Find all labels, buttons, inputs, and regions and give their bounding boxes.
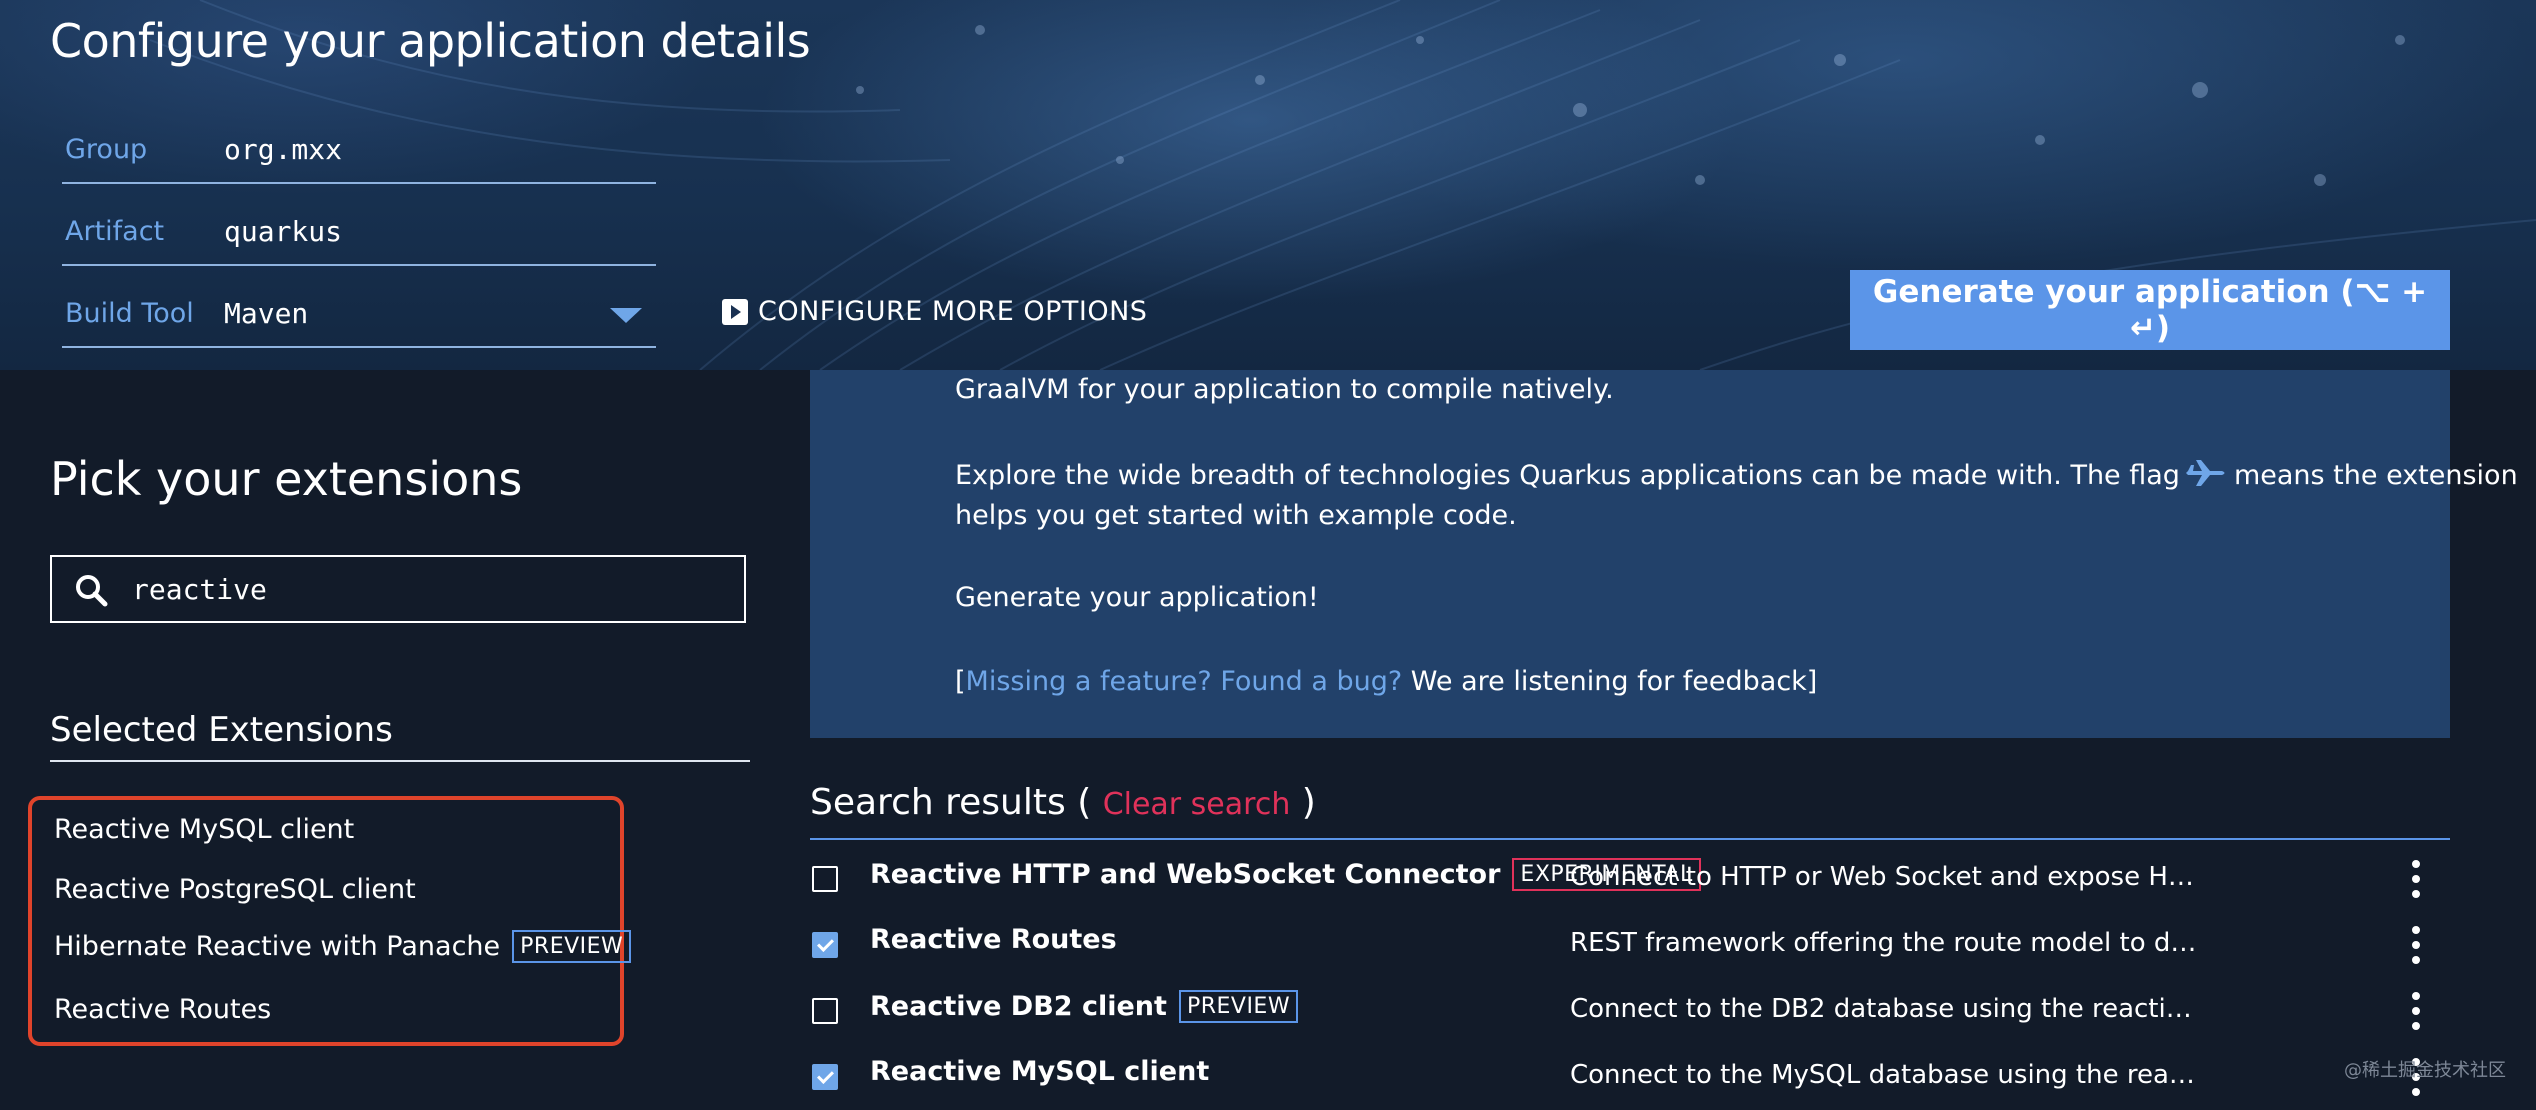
result-row-http-websocket-connector[interactable]: Reactive HTTP and WebSocket Connector EX… xyxy=(810,850,2450,910)
result-checkbox-checked[interactable] xyxy=(812,1064,838,1090)
result-description: Connect to HTTP or Web Socket and expose… xyxy=(1570,862,2198,892)
selected-extension-name: Reactive PostgreSQL client xyxy=(54,874,416,905)
info-line-explore-suffix: means the extension xyxy=(2233,460,2518,491)
selected-extension-name: Reactive Routes xyxy=(54,994,272,1025)
configure-more-options-label: CONFIGURE MORE OPTIONS xyxy=(758,296,1148,327)
preview-badge: PREVIEW xyxy=(1178,990,1299,1023)
info-line-explore-text: Explore the wide breadth of technologies… xyxy=(955,460,2180,491)
selected-extension-name: Hibernate Reactive with Panache xyxy=(54,931,501,962)
pick-extensions-title: Pick your extensions xyxy=(50,452,523,506)
build-tool-value[interactable]: Maven xyxy=(224,297,604,330)
play-icon xyxy=(722,298,748,325)
page-title: Configure your application details xyxy=(50,14,811,68)
build-tool-select[interactable]: Build Tool Maven xyxy=(62,264,656,348)
preview-badge: PREVIEW xyxy=(512,930,632,963)
selected-extension-item[interactable]: Reactive MySQL client xyxy=(54,814,354,845)
group-field[interactable]: Group xyxy=(62,100,656,184)
feedback-open-bracket: [ xyxy=(955,666,966,697)
selected-extension-name: Reactive MySQL client xyxy=(54,814,355,845)
search-results-title: Search results xyxy=(810,782,1066,823)
header-banner: Configure your application details Group… xyxy=(0,0,2536,370)
result-checkbox-checked[interactable] xyxy=(812,932,838,958)
more-vertical-icon[interactable] xyxy=(2408,926,2424,964)
result-description: Connect to the DB2 database using the re… xyxy=(1570,994,2198,1024)
intro-info-panel: GraalVM for your application to compile … xyxy=(810,370,2518,738)
artifact-input[interactable] xyxy=(224,215,604,248)
plane-icon xyxy=(2185,460,2225,486)
artifact-label: Artifact xyxy=(65,216,165,247)
result-name-wrap: Reactive Routes xyxy=(870,924,1117,955)
result-name: Reactive Routes xyxy=(870,924,1117,955)
extension-search-box[interactable] xyxy=(50,555,746,623)
build-tool-label: Build Tool xyxy=(65,298,194,329)
watermark: @稀土掘金技术社区 xyxy=(2344,1060,2506,1081)
result-name: Reactive HTTP and WebSocket Connector xyxy=(870,859,1501,890)
selected-extension-item[interactable]: Reactive PostgreSQL client xyxy=(54,874,416,905)
result-name-wrap: Reactive MySQL client xyxy=(870,1056,1209,1087)
selected-extension-item[interactable]: Hibernate Reactive with Panache PREVIEW xyxy=(54,930,632,963)
generate-application-button[interactable]: Generate your application (⌥ + ↵) xyxy=(1850,270,2450,350)
feedback-text: We are listening for feedback] xyxy=(1402,666,1818,697)
result-name: Reactive DB2 client xyxy=(870,991,1167,1022)
result-description: Connect to the MySQL database using the … xyxy=(1570,1060,2198,1090)
result-row-mysql-client[interactable]: Reactive MySQL client Connect to the MyS… xyxy=(810,1048,2450,1108)
selected-extensions-title: Selected Extensions xyxy=(50,710,750,762)
result-description: REST framework offering the route model … xyxy=(1570,928,2198,958)
result-name: Reactive MySQL client xyxy=(870,1056,1210,1087)
selected-extensions-list: Reactive MySQL client Reactive PostgreSQ… xyxy=(28,796,632,1046)
info-line-generate: Generate your application! xyxy=(955,582,1319,613)
result-checkbox[interactable] xyxy=(812,866,838,892)
search-results-open-paren: ( xyxy=(1077,782,1092,823)
artifact-field[interactable]: Artifact xyxy=(62,182,656,266)
feedback-line: [Missing a feature? Found a bug? We are … xyxy=(955,666,1817,697)
chevron-down-icon[interactable] xyxy=(610,308,642,323)
result-checkbox[interactable] xyxy=(812,998,838,1024)
info-line-graalvm: GraalVM for your application to compile … xyxy=(955,374,1614,405)
more-vertical-icon[interactable] xyxy=(2408,860,2424,898)
feedback-link[interactable]: Missing a feature? Found a bug? xyxy=(966,666,1403,697)
configure-more-options-button[interactable]: CONFIGURE MORE OPTIONS xyxy=(722,296,1147,327)
search-results-close-paren: ) xyxy=(1301,782,1316,823)
result-row-db2-client[interactable]: Reactive DB2 client PREVIEW Connect to t… xyxy=(810,982,2450,1042)
info-line-example-code: helps you get started with example code. xyxy=(955,500,1517,531)
search-icon xyxy=(76,575,108,607)
group-input[interactable] xyxy=(224,133,604,166)
result-row-reactive-routes[interactable]: Reactive Routes REST framework offering … xyxy=(810,916,2450,976)
more-vertical-icon[interactable] xyxy=(2408,992,2424,1030)
selected-extension-item[interactable]: Reactive Routes xyxy=(54,994,271,1025)
result-name-wrap: Reactive DB2 client PREVIEW xyxy=(870,990,1299,1023)
info-line-explore: Explore the wide breadth of technologies… xyxy=(955,458,2518,491)
group-label: Group xyxy=(65,134,148,165)
clear-search-link[interactable]: Clear search xyxy=(1103,787,1291,822)
extension-search-input[interactable] xyxy=(132,571,712,607)
search-results-header: Search results ( Clear search ) xyxy=(810,782,2450,840)
